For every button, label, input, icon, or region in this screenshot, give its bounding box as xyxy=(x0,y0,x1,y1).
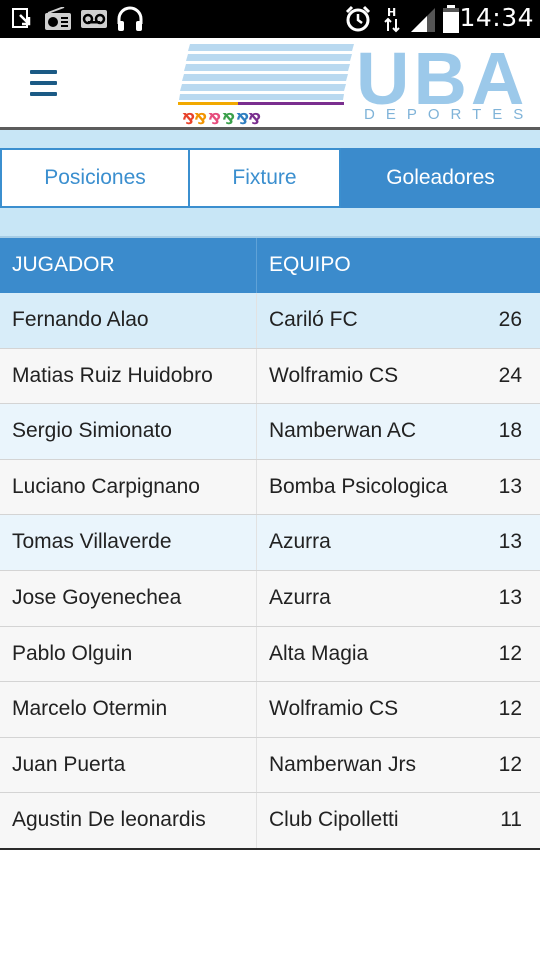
player-name: Fernando Alao xyxy=(12,308,149,331)
player-name: Sergio Simionato xyxy=(12,419,172,443)
svg-text:⅋: ⅋ xyxy=(208,110,221,126)
logo-subtitle: DEPORTES xyxy=(364,106,535,123)
player-name: Matias Ruiz Huidobro xyxy=(12,363,213,387)
signal-icon xyxy=(408,6,438,32)
team-name: Bomba Psicologica xyxy=(269,474,448,498)
team-name: Azurra xyxy=(269,585,331,609)
app-header: ⅋ ⅋ ⅋ ⅋ ⅋ ⅋ UBA DEPORTES xyxy=(0,37,540,128)
goal-count: 26 xyxy=(498,308,522,331)
player-name: Marcelo Otermin xyxy=(12,697,168,721)
team-name: Azurra xyxy=(269,530,331,554)
hamburger-menu-icon[interactable] xyxy=(20,62,66,104)
player-name: Agustin De leonardis xyxy=(12,808,206,832)
tab-posiciones[interactable]: Posiciones xyxy=(0,148,190,208)
team-name: Namberwan AC xyxy=(269,419,417,443)
goal-count: 24 xyxy=(498,363,522,387)
player-name: Pablo Olguin xyxy=(12,641,133,665)
player-name: Tomas Villaverde xyxy=(12,530,172,554)
player-name: Jose Goyenechea xyxy=(12,585,182,609)
player-name: Luciano Carpignano xyxy=(12,474,200,498)
mid-band xyxy=(0,208,540,238)
table-row[interactable]: Fernando Alao Cariló FC 26 xyxy=(0,293,540,349)
voicemail-icon xyxy=(80,6,108,32)
goal-count: 18 xyxy=(498,419,522,443)
download-notification-icon xyxy=(10,6,36,32)
data-arrows-icon: H xyxy=(383,6,401,33)
alarm-icon xyxy=(344,5,372,32)
tab-fixture[interactable]: Fixture xyxy=(190,148,341,208)
svg-text:⅋: ⅋ xyxy=(248,110,261,126)
team-name: Alta Magia xyxy=(269,641,369,665)
goal-count: 11 xyxy=(500,808,522,832)
team-name: Wolframio CS xyxy=(269,697,399,721)
header-player: JUGADOR xyxy=(12,253,115,276)
header-team: EQUIPO xyxy=(269,253,351,276)
status-time: 14:34 xyxy=(459,3,534,32)
status-bar: H 14:34 xyxy=(0,0,540,38)
table-row[interactable]: Tomas Villaverde Azurra 13 xyxy=(0,515,540,571)
team-name: Club Cipolletti xyxy=(269,808,399,832)
player-name: Juan Puerta xyxy=(12,752,126,776)
goal-count: 12 xyxy=(498,641,522,665)
scorers-table: JUGADOR EQUIPO Fernando Alao Cariló FC 2… xyxy=(0,238,540,849)
table-row[interactable]: Sergio Simionato Namberwan AC 18 xyxy=(0,404,540,460)
table-row[interactable]: Matias Ruiz Huidobro Wolframio CS 24 xyxy=(0,348,540,405)
svg-text:⅋: ⅋ xyxy=(222,110,235,126)
team-name: Wolframio CS xyxy=(269,363,399,387)
svg-text:⅋: ⅋ xyxy=(194,110,207,126)
table-header: JUGADOR EQUIPO xyxy=(0,238,540,293)
table-row[interactable]: Juan Puerta Namberwan Jrs 12 xyxy=(0,737,540,794)
table-row[interactable]: Jose Goyenechea Azurra 13 xyxy=(0,570,540,627)
tab-bar: Posiciones Fixture Goleadores xyxy=(0,148,540,208)
top-band xyxy=(0,130,540,148)
headset-icon xyxy=(116,6,144,32)
goal-count: 12 xyxy=(498,697,522,721)
radio-icon xyxy=(44,6,72,32)
goal-count: 13 xyxy=(498,530,522,554)
team-name: Cariló FC xyxy=(269,308,358,331)
table-row[interactable]: Agustin De leonardis Club Cipolletti 11 xyxy=(0,793,540,849)
table-row[interactable]: Pablo Olguin Alta Magia 12 xyxy=(0,626,540,683)
uba-deportes-logo: ⅋ ⅋ ⅋ ⅋ ⅋ ⅋ UBA DEPORTES xyxy=(178,37,524,126)
svg-text:H: H xyxy=(387,6,396,19)
header-divider-line xyxy=(256,238,257,293)
table-bottom-border xyxy=(0,848,540,850)
goal-count: 13 xyxy=(498,474,522,498)
team-name: Namberwan Jrs xyxy=(269,752,417,776)
goal-count: 12 xyxy=(498,752,522,776)
table-row[interactable]: Luciano Carpignano Bomba Psicologica 13 xyxy=(0,459,540,516)
goal-count: 13 xyxy=(498,585,522,609)
table-row[interactable]: Marcelo Otermin Wolframio CS 12 xyxy=(0,682,540,738)
tab-goleadores[interactable]: Goleadores xyxy=(341,148,540,208)
